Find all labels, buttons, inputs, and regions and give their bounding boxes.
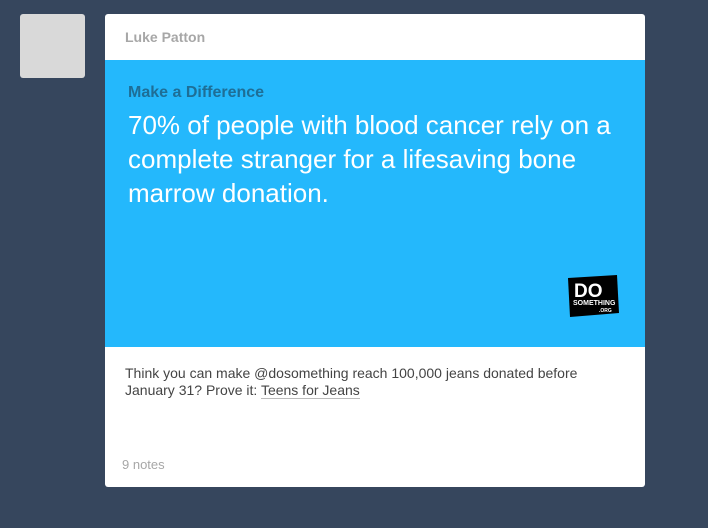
- post-header: Luke Patton: [105, 14, 645, 60]
- teens-for-jeans-link[interactable]: Teens for Jeans: [260, 382, 360, 399]
- logo-text-do: DO: [574, 281, 603, 302]
- post-card: Luke Patton Make a Difference 70% of peo…: [105, 14, 645, 487]
- post-caption: Think you can make @dosomething reach 10…: [105, 347, 645, 399]
- notes-count[interactable]: 9 notes: [122, 457, 165, 472]
- post-banner-image[interactable]: Make a Difference 70% of people with blo…: [105, 60, 645, 347]
- author-name[interactable]: Luke Patton: [125, 29, 205, 45]
- logo-text-something: SOMETHING: [573, 300, 616, 307]
- avatar[interactable]: [20, 14, 85, 78]
- dosomething-logo: DO SOMETHING .ORG: [568, 275, 619, 317]
- banner-headline: 70% of people with blood cancer rely on …: [128, 110, 611, 208]
- banner-kicker: Make a Difference: [128, 84, 265, 101]
- logo-text-org: .ORG: [599, 308, 612, 314]
